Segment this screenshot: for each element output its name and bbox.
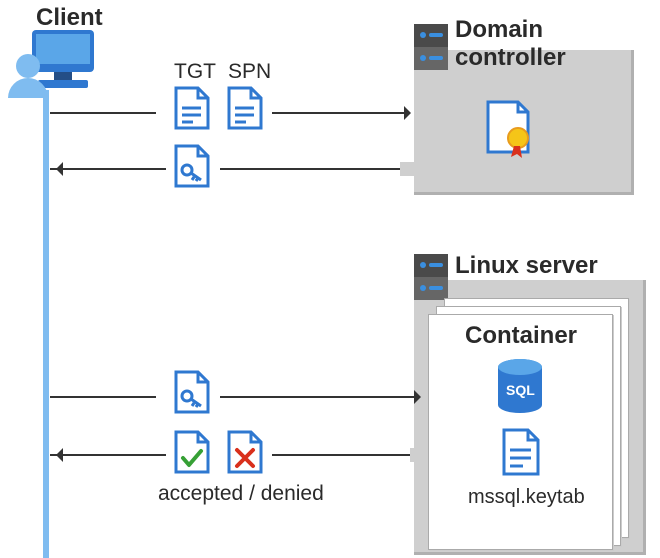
accepted-doc-icon — [173, 430, 213, 476]
domain-controller-label-l1: Domain — [455, 16, 543, 44]
spn-label: SPN — [228, 60, 271, 84]
arrow-client-to-linux-right — [220, 396, 420, 398]
server-rack-icon — [414, 24, 448, 70]
sql-text: SQL — [506, 382, 535, 398]
arrow-client-to-dc-left — [50, 112, 166, 114]
accepted-denied-label: accepted / denied — [158, 482, 324, 506]
server-rack-icon — [414, 254, 448, 300]
domain-controller-label-l2: controller — [455, 44, 566, 72]
arrow-linux-to-client-left — [50, 454, 166, 456]
tgt-doc-icon — [173, 86, 213, 132]
client-lifeline — [43, 90, 49, 558]
container-label: Container — [465, 322, 577, 350]
tgt-label: TGT — [174, 60, 216, 84]
client-label: Client — [36, 4, 103, 32]
arrow-dc-to-client-right — [220, 168, 410, 170]
keytab-label: mssql.keytab — [468, 486, 585, 509]
arrow-client-to-linux-left — [50, 396, 166, 398]
arrow-client-to-dc-right — [272, 112, 410, 114]
arrow-dc-to-client-left — [50, 168, 166, 170]
key-doc-icon — [173, 144, 213, 190]
arrow-linux-to-client-right — [272, 454, 420, 456]
keytab-doc-icon — [501, 428, 543, 478]
spn-doc-icon — [226, 86, 266, 132]
linux-server-label: Linux server — [455, 252, 598, 280]
denied-doc-icon — [226, 430, 266, 476]
key-doc-icon — [173, 370, 213, 416]
certificate-icon — [484, 100, 534, 160]
